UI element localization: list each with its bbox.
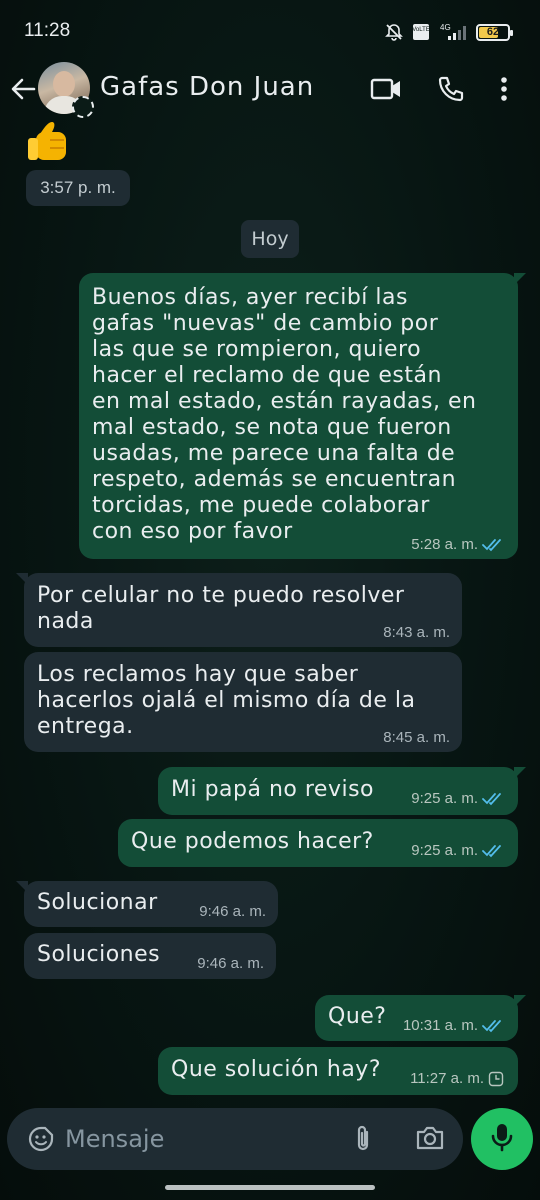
status-bar: 11:28 VoLTE 4G 62	[0, 0, 540, 64]
back-arrow-icon[interactable]	[8, 74, 38, 104]
message-time: 9:46 a. m.	[199, 903, 266, 920]
message-meta: 8:43 a. m.	[383, 624, 450, 641]
sticker-icon[interactable]	[27, 1125, 55, 1157]
phone-icon[interactable]	[436, 74, 466, 108]
outgoing-message[interactable]: Que? 10:31 a. m.	[315, 995, 526, 1041]
message-meta: 11:27 a. m.	[410, 1070, 504, 1087]
message-text: Que?	[328, 1004, 387, 1029]
volte-text: VoLTE	[412, 27, 430, 33]
message-meta: 10:31 a. m.	[403, 1017, 504, 1034]
message-meta: 5:28 a. m.	[411, 536, 504, 553]
message-meta: 9:25 a. m.	[411, 790, 504, 807]
message-input[interactable]	[65, 1122, 325, 1156]
signal-icon: 4G	[438, 22, 468, 42]
message-time: 9:46 a. m.	[197, 955, 264, 972]
message-meta: 8:45 a. m.	[383, 729, 450, 746]
network-type: 4G	[440, 23, 451, 32]
incoming-message[interactable]: Solucionar 9:46 a. m.	[16, 881, 278, 927]
message-meta: 9:25 a. m.	[411, 842, 504, 859]
home-indicator[interactable]	[165, 1185, 375, 1190]
volte-icon: VoLTE	[412, 23, 430, 41]
message-meta: 9:46 a. m.	[199, 903, 266, 920]
message-text: Que podemos hacer?	[131, 829, 374, 854]
video-call-icon[interactable]	[370, 74, 402, 108]
message-input-bar	[7, 1108, 463, 1170]
date-chip: Hoy	[241, 220, 299, 258]
mute-bell-icon	[384, 22, 404, 42]
read-ticks-icon	[482, 792, 504, 806]
message-meta: 9:46 a. m.	[197, 955, 264, 972]
mic-button[interactable]	[471, 1108, 533, 1170]
incoming-message[interactable]: Los reclamos hay que saber hacerlos ojal…	[24, 652, 462, 752]
message-text: Buenos días, ayer recibí las gafas "nuev…	[92, 285, 477, 544]
message-time: 5:28 a. m.	[411, 536, 478, 553]
message-time: 8:43 a. m.	[383, 624, 450, 641]
status-ring-icon	[72, 96, 94, 118]
contact-name[interactable]: Gafas Don Juan	[100, 72, 314, 102]
outgoing-message[interactable]: Mi papá no reviso 9:25 a. m.	[158, 767, 526, 815]
chat-area[interactable]: 3:57 p. m. Hoy Buenos días, ayer recibí …	[0, 118, 540, 1100]
thumbs-up-emoji	[24, 120, 84, 173]
more-vert-icon[interactable]	[498, 74, 510, 108]
read-ticks-icon	[482, 844, 504, 858]
incoming-message[interactable]: Soluciones 9:46 a. m.	[24, 933, 276, 979]
message-text: Soluciones	[37, 942, 161, 967]
incoming-message[interactable]: Por celular no te puedo resolver nada 8:…	[16, 573, 462, 647]
camera-icon[interactable]	[415, 1124, 445, 1156]
message-time: 9:25 a. m.	[411, 790, 478, 807]
battery-icon: 62	[476, 23, 513, 41]
message-time: 8:45 a. m.	[383, 729, 450, 746]
chat-header: Gafas Don Juan	[0, 62, 540, 118]
paperclip-icon[interactable]	[352, 1124, 374, 1158]
read-ticks-icon	[482, 538, 504, 552]
status-time: 11:28	[24, 20, 71, 41]
read-ticks-icon	[482, 1019, 504, 1033]
mic-icon	[489, 1122, 515, 1156]
status-icons: VoLTE 4G 62	[384, 22, 513, 42]
message-text: Mi papá no reviso	[171, 777, 375, 802]
avatar-face	[53, 71, 75, 97]
message-text: Que solución hay?	[171, 1057, 381, 1082]
outgoing-message[interactable]: Buenos días, ayer recibí las gafas "nuev…	[79, 273, 526, 559]
pending-clock-icon	[488, 1071, 504, 1087]
message-time: 11:27 a. m.	[410, 1070, 484, 1087]
outgoing-message[interactable]: Que podemos hacer? 9:25 a. m.	[118, 819, 518, 867]
message-time: 9:25 a. m.	[411, 842, 478, 859]
battery-level: 62	[486, 26, 500, 38]
outgoing-message[interactable]: Que solución hay? 11:27 a. m.	[158, 1047, 518, 1095]
message-text: Solucionar	[37, 890, 158, 915]
previous-time-chip: 3:57 p. m.	[26, 170, 130, 206]
message-time: 10:31 a. m.	[402, 1017, 478, 1034]
